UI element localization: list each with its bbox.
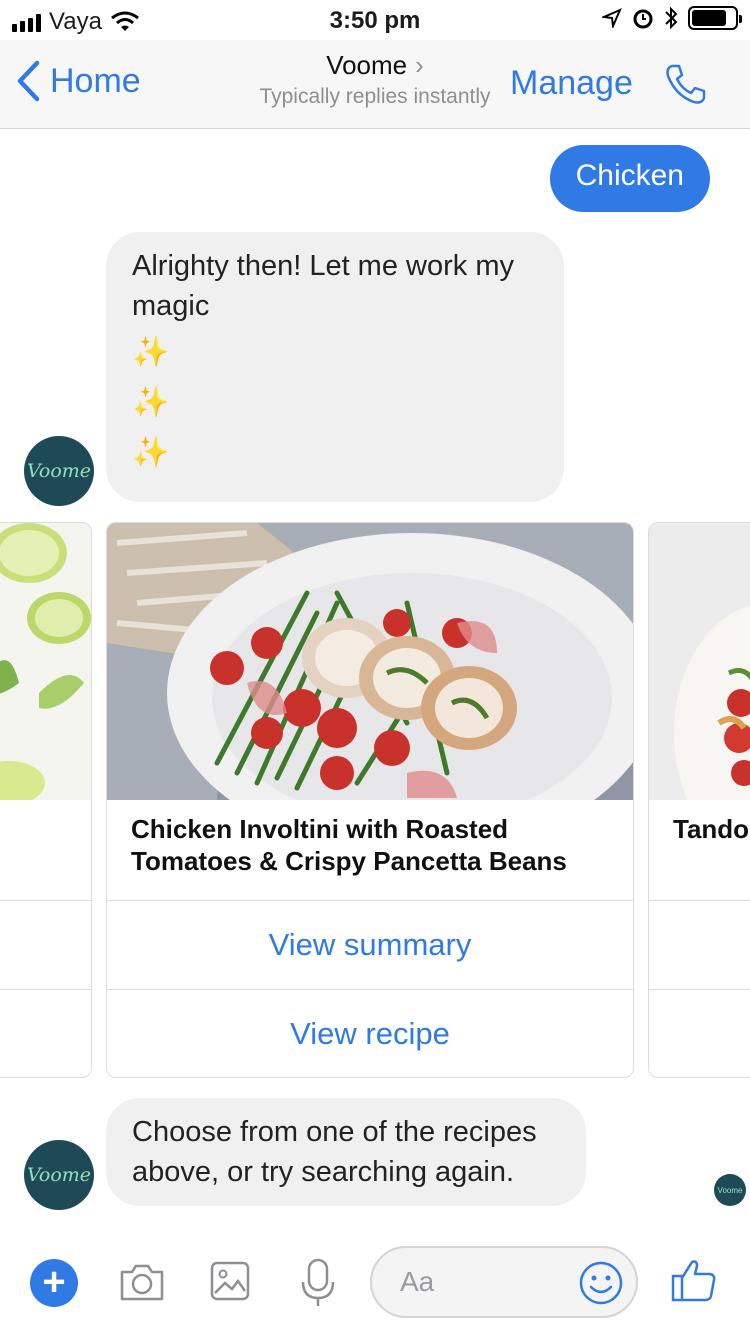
message-placeholder: Aa bbox=[400, 1266, 435, 1297]
status-bar: Vaya 3:50 pm bbox=[0, 0, 750, 40]
outgoing-message: Chicken bbox=[549, 145, 710, 212]
view-recipe-button[interactable] bbox=[649, 989, 750, 1077]
microphone-icon[interactable] bbox=[300, 1258, 336, 1308]
sparkles-emoji: ✨ bbox=[132, 336, 170, 369]
contact-name: Voome bbox=[326, 50, 408, 80]
recipe-card-previous[interactable] bbox=[0, 522, 92, 1078]
photo-icon[interactable] bbox=[210, 1261, 250, 1301]
manage-button[interactable]: Manage bbox=[510, 64, 633, 103]
message-text: Alrighty then! Let me work my magic bbox=[132, 250, 514, 322]
reply-status: Typically replies instantly bbox=[259, 85, 491, 108]
conversation-title[interactable]: Voome › Typically replies instantly bbox=[240, 50, 510, 109]
recipe-image bbox=[107, 523, 633, 800]
bot-avatar[interactable]: Voome bbox=[24, 1140, 94, 1210]
nav-bar: Home Voome › Typically replies instantly … bbox=[0, 40, 750, 129]
battery-icon bbox=[688, 6, 742, 30]
alarm-icon bbox=[633, 9, 653, 29]
status-right bbox=[602, 6, 742, 30]
location-icon bbox=[602, 8, 622, 28]
phone-icon[interactable] bbox=[664, 62, 708, 106]
back-button[interactable]: Home bbox=[16, 60, 141, 102]
chevron-right-icon: › bbox=[415, 50, 424, 80]
view-recipe-button[interactable]: View recipe bbox=[107, 989, 633, 1077]
view-summary-button[interactable] bbox=[0, 900, 91, 989]
message-composer: + Aa bbox=[0, 1226, 750, 1334]
view-summary-button[interactable] bbox=[649, 900, 750, 989]
chevron-left-icon bbox=[17, 60, 40, 102]
recipe-card-next[interactable]: Tando bbox=[648, 522, 750, 1078]
view-recipe-button[interactable] bbox=[0, 989, 91, 1077]
recipe-image bbox=[0, 523, 91, 800]
recipe-title: Chicken Involtini with Roasted Tomatoes … bbox=[131, 814, 567, 876]
recipe-title: Tando bbox=[673, 814, 750, 844]
bluetooth-icon bbox=[665, 6, 678, 30]
incoming-message: Choose from one of the recipes above, or… bbox=[106, 1098, 586, 1206]
sparkles-emoji: ✨ bbox=[132, 436, 170, 469]
thumbs-up-icon[interactable] bbox=[670, 1256, 718, 1304]
seen-indicator-avatar: Voome bbox=[714, 1174, 746, 1206]
bot-avatar[interactable]: Voome bbox=[24, 436, 94, 506]
message-input[interactable]: Aa bbox=[370, 1246, 638, 1318]
recipe-image bbox=[649, 523, 750, 800]
recipe-card[interactable]: Chicken Involtini with Roasted Tomatoes … bbox=[106, 522, 634, 1078]
sparkles-emoji: ✨ bbox=[132, 386, 170, 419]
incoming-message: Alrighty then! Let me work my magic ✨ ✨ … bbox=[106, 232, 564, 502]
view-summary-button[interactable]: View summary bbox=[107, 900, 633, 989]
back-label: Home bbox=[50, 61, 141, 100]
plus-button[interactable]: + bbox=[30, 1259, 78, 1307]
camera-icon[interactable] bbox=[118, 1262, 166, 1302]
emoji-icon[interactable] bbox=[578, 1260, 624, 1306]
